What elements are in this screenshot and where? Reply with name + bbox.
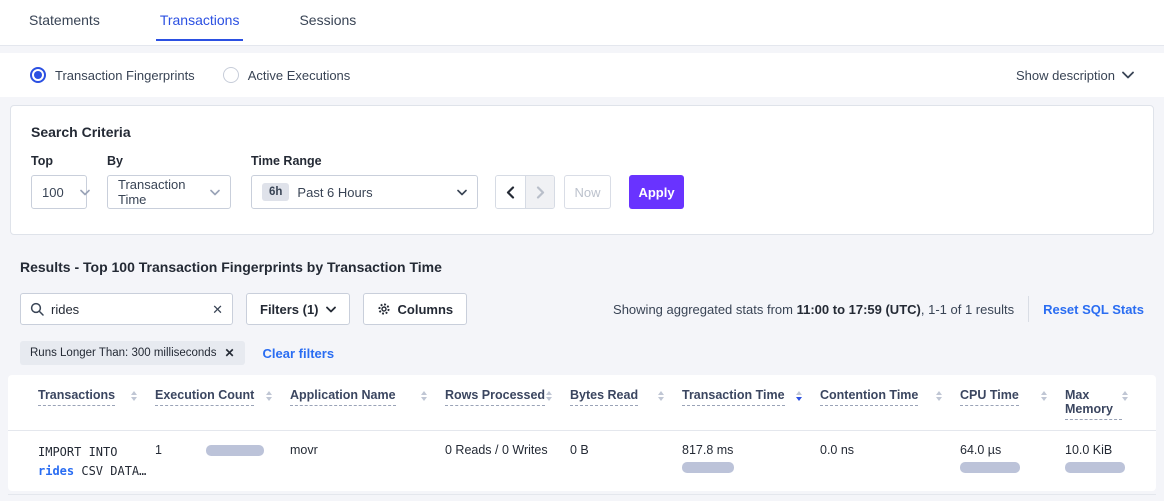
- application-name-cell: movr: [290, 431, 445, 494]
- now-button[interactable]: Now: [564, 175, 611, 209]
- radio-transaction-fingerprints[interactable]: Transaction Fingerprints: [30, 67, 195, 83]
- column-header-bytes-read[interactable]: Bytes Read: [570, 388, 682, 430]
- filter-chip-label: Runs Longer Than: 300 milliseconds: [30, 347, 216, 359]
- execution-count-bar: [206, 445, 264, 456]
- stats-time-range: 11:00 to 17:59 (UTC): [797, 302, 921, 317]
- column-header-contention-time[interactable]: Contention Time: [820, 388, 960, 430]
- column-header-rows-processed[interactable]: Rows Processed: [445, 388, 570, 430]
- time-range-prev-button[interactable]: [496, 176, 525, 208]
- sort-carets-icon[interactable]: [658, 391, 664, 401]
- results-table: Transactions Execution Count Application…: [8, 375, 1156, 491]
- chevron-down-icon: [326, 306, 336, 313]
- radio-selected-icon: [30, 67, 46, 83]
- search-box[interactable]: ✕: [20, 293, 233, 325]
- search-criteria-title: Search Criteria: [31, 124, 1133, 140]
- columns-label: Columns: [398, 302, 454, 317]
- sort-carets-icon[interactable]: [131, 391, 137, 401]
- apply-button[interactable]: Apply: [629, 175, 684, 209]
- time-range-next-button[interactable]: [525, 176, 554, 208]
- results-heading: Results - Top 100 Transaction Fingerprin…: [20, 259, 1144, 275]
- clear-filters-link[interactable]: Clear filters: [263, 346, 335, 361]
- time-range-pager: [495, 175, 555, 209]
- radio-label: Transaction Fingerprints: [55, 68, 195, 83]
- caret-right-icon: [536, 186, 545, 199]
- show-description-label: Show description: [1016, 68, 1115, 83]
- page-tabbar: Statements Transactions Sessions: [0, 0, 1164, 46]
- sort-carets-icon-active[interactable]: [796, 391, 802, 401]
- chevron-down-icon: [457, 189, 467, 196]
- radio-label: Active Executions: [248, 68, 351, 83]
- tab-sessions[interactable]: Sessions: [295, 0, 360, 41]
- sort-carets-icon[interactable]: [266, 391, 272, 401]
- filters-label: Filters (1): [260, 302, 319, 317]
- chevron-down-icon: [80, 189, 90, 196]
- column-header-max-memory[interactable]: Max Memory: [1065, 388, 1146, 430]
- max-memory-bar: [1065, 462, 1125, 473]
- by-select[interactable]: Transaction Time: [107, 175, 231, 209]
- gear-icon: [377, 302, 391, 316]
- top-select[interactable]: 100: [31, 175, 87, 209]
- sort-carets-icon[interactable]: [1041, 391, 1047, 401]
- results-toolbar: ✕ Filters (1) Columns Showing aggregated…: [20, 293, 1144, 325]
- execution-count-cell: 1: [155, 431, 290, 494]
- sort-carets-icon[interactable]: [936, 391, 942, 401]
- clear-search-icon[interactable]: ✕: [212, 303, 223, 316]
- table-header-row: Transactions Execution Count Application…: [8, 388, 1156, 430]
- filters-button[interactable]: Filters (1): [246, 293, 350, 325]
- contention-time-cell: 0.0 ns: [820, 431, 960, 494]
- cpu-time-cell: 64.0 µs: [960, 431, 1065, 494]
- sort-carets-icon[interactable]: [421, 391, 427, 401]
- table-row: IMPORT INTO rides CSV DATA… 1 movr 0 Rea…: [8, 430, 1156, 495]
- top-label: Top: [31, 154, 107, 168]
- radio-unselected-icon: [223, 67, 239, 83]
- sort-carets-icon[interactable]: [546, 391, 552, 401]
- remove-filter-icon[interactable]: ✕: [224, 346, 234, 360]
- chevron-down-icon: [210, 189, 220, 196]
- top-select-value: 100: [42, 185, 64, 200]
- rows-processed-cell: 0 Reads / 0 Writes: [445, 431, 570, 494]
- columns-button[interactable]: Columns: [363, 293, 468, 325]
- reset-sql-stats-link[interactable]: Reset SQL Stats: [1043, 302, 1144, 317]
- chevron-down-icon: [1122, 71, 1134, 79]
- view-mode-bar: Transaction Fingerprints Active Executio…: [0, 53, 1164, 97]
- transaction-time-bar: [682, 462, 734, 473]
- divider: [1028, 296, 1029, 322]
- column-header-cpu-time[interactable]: CPU Time: [960, 388, 1065, 430]
- show-description-toggle[interactable]: Show description: [1016, 68, 1134, 83]
- time-range-value: Past 6 Hours: [297, 185, 372, 200]
- search-icon: [30, 302, 44, 316]
- filter-chip: Runs Longer Than: 300 milliseconds ✕: [20, 341, 245, 365]
- time-range-badge: 6h: [262, 183, 289, 201]
- search-input[interactable]: [51, 302, 205, 317]
- sort-carets-icon[interactable]: [1122, 391, 1128, 401]
- column-header-transaction-time[interactable]: Transaction Time: [682, 388, 820, 430]
- tab-transactions[interactable]: Transactions: [156, 0, 244, 41]
- column-header-transactions[interactable]: Transactions: [38, 388, 155, 430]
- cpu-time-bar: [960, 462, 1020, 473]
- transaction-fingerprint-cell[interactable]: IMPORT INTO rides CSV DATA…: [38, 431, 155, 494]
- time-range-select[interactable]: 6h Past 6 Hours: [251, 175, 478, 209]
- transaction-fingerprint-link[interactable]: rides: [38, 464, 74, 478]
- bytes-read-cell: 0 B: [570, 431, 682, 494]
- radio-active-executions[interactable]: Active Executions: [223, 67, 351, 83]
- by-label: By: [107, 154, 251, 168]
- column-header-application-name[interactable]: Application Name: [290, 388, 445, 430]
- time-range-label: Time Range: [251, 154, 478, 168]
- column-header-execution-count[interactable]: Execution Count: [155, 388, 290, 430]
- tab-statements[interactable]: Statements: [25, 0, 104, 41]
- by-select-value: Transaction Time: [118, 177, 194, 207]
- max-memory-cell: 10.0 KiB: [1065, 431, 1146, 494]
- search-criteria-card: Search Criteria Top 100 By Transaction T…: [10, 105, 1154, 235]
- caret-left-icon: [506, 186, 515, 199]
- transaction-time-cell: 817.8 ms: [682, 431, 820, 494]
- aggregated-stats-text: Showing aggregated stats from 11:00 to 1…: [613, 302, 1014, 317]
- active-filters-row: Runs Longer Than: 300 milliseconds ✕ Cle…: [20, 341, 1144, 365]
